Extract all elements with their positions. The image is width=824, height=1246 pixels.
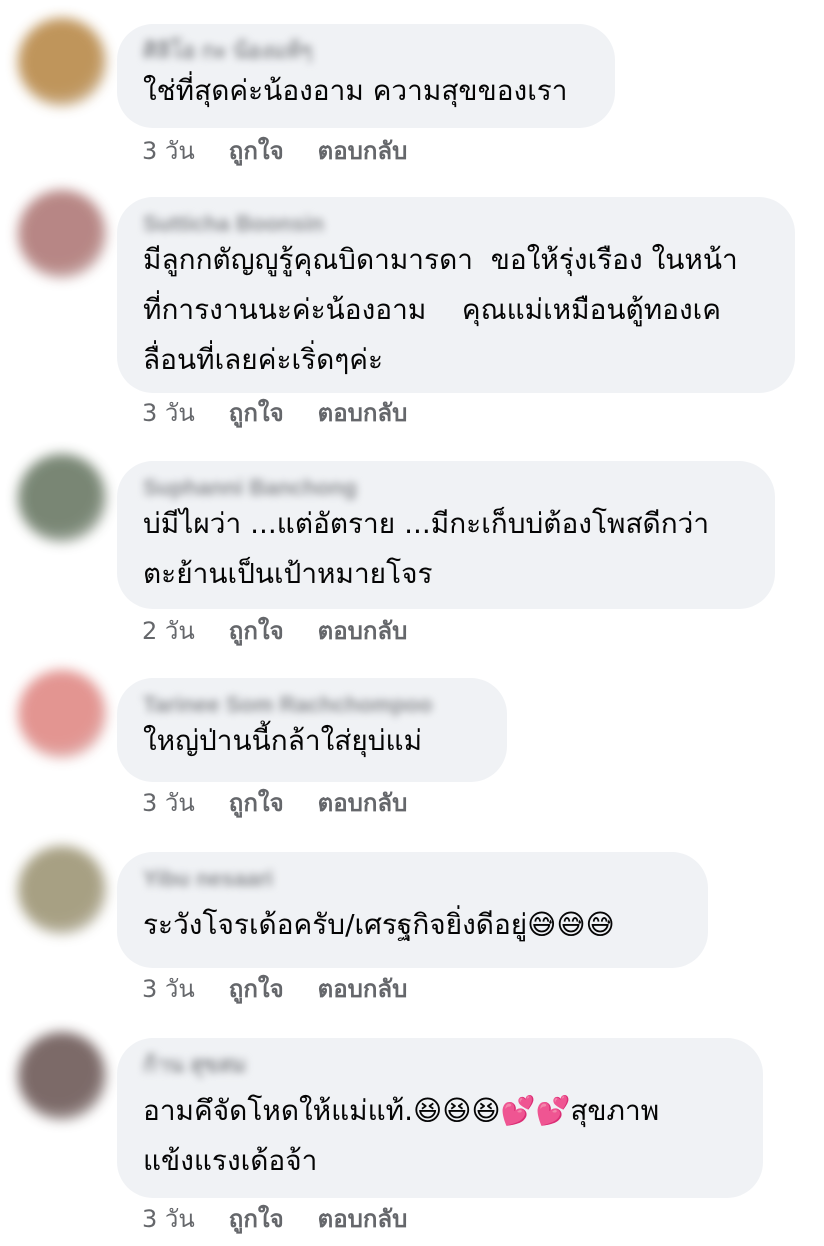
avatar[interactable] — [18, 846, 106, 934]
comment-time[interactable]: 2 วัน — [142, 616, 195, 646]
reply-link[interactable]: ตอบกลับ — [318, 788, 408, 818]
avatar[interactable] — [18, 190, 106, 278]
comment-time[interactable]: 3 วัน — [142, 974, 195, 1004]
comment-text: อามคึจัดโหดให้แม่แท้.😆😆😆💕💕สุขภาพ แข้งแรง… — [143, 1094, 660, 1177]
like-link[interactable]: ถูกใจ — [229, 398, 284, 428]
comment-author[interactable]: Tarinee Som Rachchompoo — [143, 692, 481, 718]
comment-text: ระวังโจรเด้อครับ/เศรฐกิจยิ่งดีอยู่😅😅😅 — [143, 908, 615, 941]
comment-actions: 3 วัน ถูกใจ ตอบกลับ — [142, 974, 407, 1004]
comment-author[interactable]: Yibu nesaari — [143, 866, 682, 892]
reply-link[interactable]: ตอบกลับ — [318, 616, 408, 646]
like-link[interactable]: ถูกใจ — [229, 974, 284, 1004]
like-link[interactable]: ถูกใจ — [229, 136, 284, 166]
comment-bubble: ศิลิโอ กะ น้องแท้ๆ ใช่ที่สุดค่ะน้องอาม ค… — [117, 24, 615, 128]
avatar[interactable] — [18, 454, 106, 542]
like-link[interactable]: ถูกใจ — [229, 788, 284, 818]
comment-actions: 3 วัน ถูกใจ ตอบกลับ — [142, 1204, 407, 1234]
comment-bubble: Sutticha Boonsin มีลูกกตัญญูรู้คุณบิดามา… — [117, 197, 795, 393]
comment-author[interactable]: ศิลิโอ กะ น้องแท้ๆ — [143, 38, 589, 64]
comment-author[interactable]: Sutticha Boonsin — [143, 211, 769, 237]
reply-link[interactable]: ตอบกลับ — [318, 398, 408, 428]
comment-time[interactable]: 3 วัน — [142, 788, 195, 818]
comment-actions: 3 วัน ถูกใจ ตอบกลับ — [142, 398, 407, 428]
reply-link[interactable]: ตอบกลับ — [318, 136, 408, 166]
comment-author[interactable]: ก้าน สุขสม — [143, 1052, 737, 1078]
reply-link[interactable]: ตอบกลับ — [318, 1204, 408, 1234]
comment-actions: 3 วัน ถูกใจ ตอบกลับ — [142, 788, 407, 818]
avatar[interactable] — [18, 18, 106, 106]
avatar[interactable] — [18, 670, 106, 758]
like-link[interactable]: ถูกใจ — [229, 1204, 284, 1234]
comment-text: มีลูกกตัญญูรู้คุณบิดามารดา ขอให้รุ่งเรือ… — [143, 243, 738, 376]
avatar[interactable] — [18, 1032, 106, 1120]
comment-author[interactable]: Suphanni Banchong — [143, 475, 749, 501]
comment-bubble: Yibu nesaari ระวังโจรเด้อครับ/เศรฐกิจยิ่… — [117, 852, 708, 968]
comment-time[interactable]: 3 วัน — [142, 136, 195, 166]
comment-text: ใช่ที่สุดค่ะน้องอาม ความสุขของเรา — [143, 74, 568, 107]
reply-link[interactable]: ตอบกลับ — [318, 974, 408, 1004]
comment-bubble: Tarinee Som Rachchompoo ใหญ่ป่านนี้กล้าใ… — [117, 678, 507, 782]
comment-actions: 2 วัน ถูกใจ ตอบกลับ — [142, 616, 407, 646]
comment-text: บ่มีไผว่า ...แต่อัตราย ...มีกะเก็บบ่ต้อง… — [143, 507, 710, 590]
comment-text: ใหญ่ป่านนี้กล้าใส่ยุบ่แม่ — [143, 724, 423, 757]
comment-bubble: ก้าน สุขสม อามคึจัดโหดให้แม่แท้.😆😆😆💕💕สุข… — [117, 1038, 763, 1198]
comment-time[interactable]: 3 วัน — [142, 398, 195, 428]
like-link[interactable]: ถูกใจ — [229, 616, 284, 646]
comment-actions: 3 วัน ถูกใจ ตอบกลับ — [142, 136, 407, 166]
comment-bubble: Suphanni Banchong บ่มีไผว่า ...แต่อัตราย… — [117, 461, 775, 609]
comment-time[interactable]: 3 วัน — [142, 1204, 195, 1234]
